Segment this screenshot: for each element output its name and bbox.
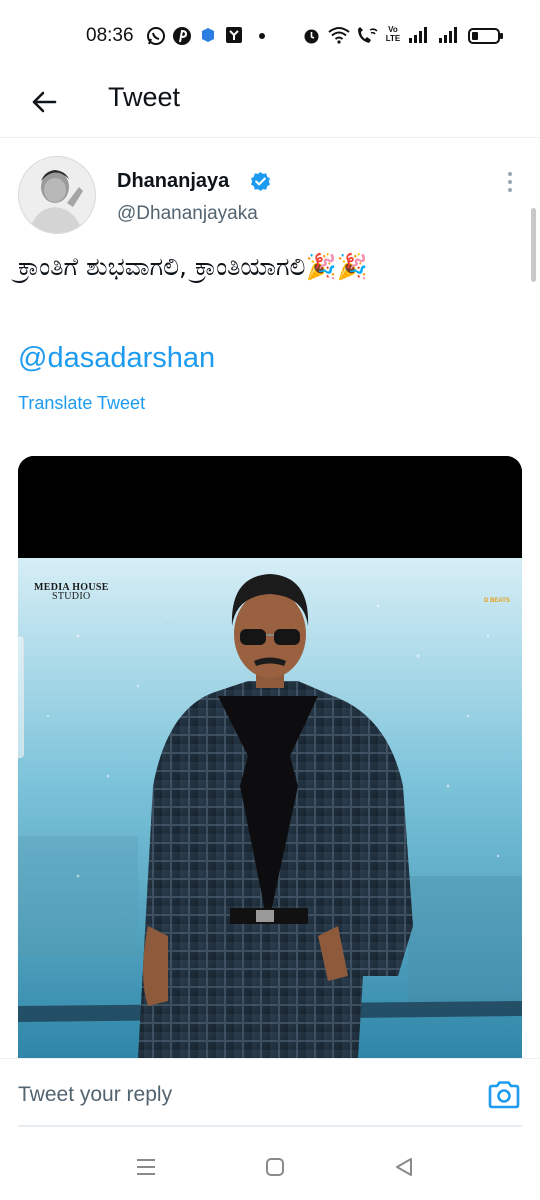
arrow-left-icon bbox=[32, 91, 57, 113]
camera-icon[interactable] bbox=[486, 1079, 522, 1111]
menu-button[interactable] bbox=[133, 1154, 159, 1180]
tweet-text: ಕ್ರಾಂತಿಗೆ ಶುಭವಾಗಲಿ, ಕ್ರಾಂತಿಯಾಗಲಿ🎉🎉 bbox=[18, 252, 368, 281]
system-back-button[interactable] bbox=[391, 1154, 417, 1180]
shop-icon bbox=[225, 26, 243, 44]
top-app-bar: Tweet bbox=[0, 72, 540, 138]
menu-icon bbox=[137, 1159, 155, 1175]
whatsapp-icon bbox=[146, 26, 166, 46]
page-title: Tweet bbox=[108, 82, 181, 112]
author-name[interactable]: Dhananjaya bbox=[117, 170, 229, 193]
wifi-calling-icon bbox=[355, 26, 379, 46]
home-button[interactable] bbox=[262, 1154, 288, 1180]
more-options-button[interactable] bbox=[500, 168, 520, 196]
pinterest-icon bbox=[172, 26, 192, 46]
edge-handle[interactable] bbox=[17, 636, 24, 758]
signal-icon bbox=[408, 26, 430, 44]
volte-icon: Vo LTE bbox=[385, 25, 401, 43]
signal-icon bbox=[438, 26, 460, 44]
more-vertical-icon bbox=[508, 172, 512, 176]
home-square-icon bbox=[266, 1158, 284, 1176]
alarm-icon bbox=[302, 26, 321, 45]
translate-tweet-link[interactable]: Translate Tweet bbox=[18, 393, 145, 414]
author-handle[interactable]: @Dhananjayaka bbox=[117, 203, 258, 225]
battery-icon bbox=[468, 28, 504, 44]
dbeats-logo: D BEATS bbox=[484, 598, 510, 604]
back-button[interactable] bbox=[24, 82, 64, 122]
reply-bar: Tweet your reply bbox=[0, 1058, 540, 1127]
wifi-icon bbox=[328, 26, 350, 44]
dot-icon bbox=[258, 32, 266, 40]
app-icon bbox=[200, 26, 216, 44]
back-triangle-icon bbox=[396, 1158, 412, 1176]
mention-link[interactable]: @dasadarshan bbox=[18, 342, 215, 375]
avatar[interactable] bbox=[18, 156, 96, 234]
reply-divider bbox=[18, 1125, 522, 1127]
media-house-logo: MEDIA HOUSE STUDIO bbox=[34, 582, 109, 602]
verified-badge-icon bbox=[250, 171, 271, 192]
status-time: 08:36 bbox=[86, 25, 134, 46]
reply-input[interactable]: Tweet your reply bbox=[18, 1083, 172, 1107]
tweet-media-image[interactable]: MEDIA HOUSE STUDIO D BEATS bbox=[18, 456, 522, 1058]
scrollbar[interactable] bbox=[531, 208, 536, 282]
poster-image bbox=[18, 456, 522, 1058]
system-nav-bar bbox=[0, 1130, 540, 1200]
status-bar: 08:36 Vo LTE bbox=[0, 0, 540, 72]
